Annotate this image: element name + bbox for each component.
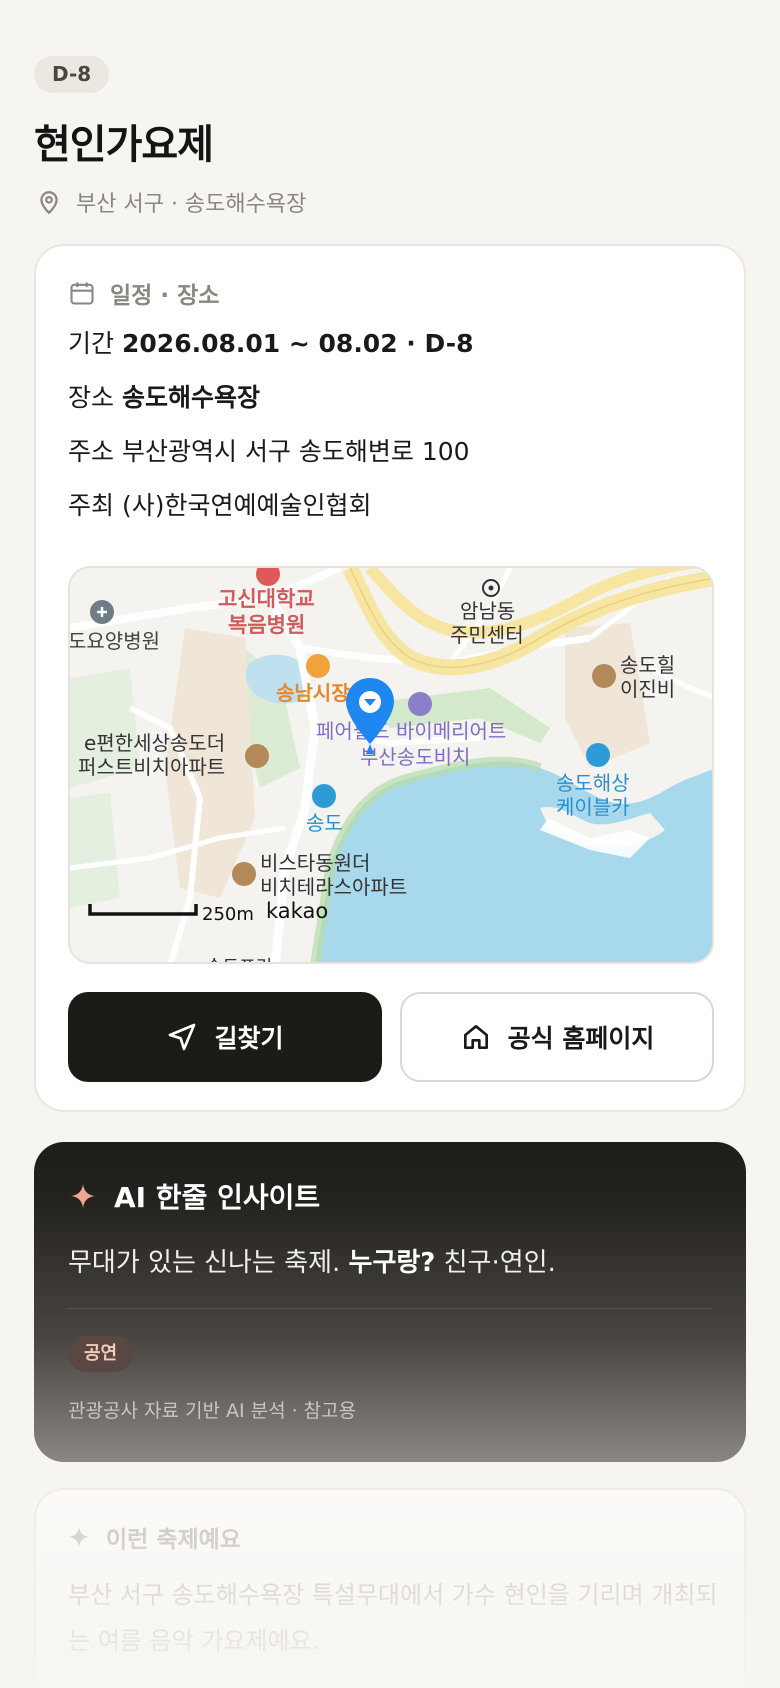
- svg-text:송도프리: 송도프리: [206, 957, 272, 964]
- venue-row: 장소 송도해수욕장: [68, 378, 260, 414]
- ai-text-suffix: 친구·연인.: [435, 1248, 556, 1278]
- category-tag: 공연: [68, 1336, 134, 1372]
- host-row: 주최 (사)한국연예예술인협회: [68, 486, 372, 522]
- svg-text:송도: 송도: [306, 811, 343, 835]
- svg-text:송도해상: 송도해상: [556, 771, 630, 795]
- home-icon: [463, 1025, 488, 1049]
- schedule-header-label: 일정 · 장소: [110, 283, 220, 309]
- ai-insight-card: AI 한줄 인사이트 무대가 있는 신나는 축제. 누구랑? 친구·연인. 공연…: [34, 1142, 746, 1462]
- ai-insight-title: AI 한줄 인사이트: [114, 1181, 321, 1214]
- svg-text:kakao: kakao: [266, 899, 328, 923]
- map-canvas[interactable]: 고신대학교 복음병원 도요양병원 암남동 주민센터 송도힐 이진비 송남시장 페…: [70, 568, 714, 964]
- festival-title: 현인가요제: [34, 122, 214, 168]
- period-row: 기간 2026.08.01 ~ 08.02 · D-8: [68, 324, 474, 360]
- festival-detail-page: D-8 현인가요제 부산 서구 · 송도해수욕장 일정 · 장소 기간 2026.…: [0, 0, 780, 1688]
- schedule-card: 일정 · 장소 기간 2026.08.01 ~ 08.02 · D-8 장소 송도해…: [34, 244, 746, 1112]
- svg-text:이진비: 이진비: [620, 677, 675, 701]
- period-label: 기간: [68, 329, 115, 358]
- address-label: 주소: [68, 437, 115, 466]
- navigation-arrow-icon: [169, 1023, 196, 1051]
- directions-button[interactable]: 길찾기: [68, 992, 382, 1082]
- schedule-header: 일정 · 장소: [68, 276, 219, 310]
- calendar-icon: [70, 282, 94, 305]
- svg-text:송도힐: 송도힐: [620, 653, 675, 677]
- description-header: 이런 축제예요: [68, 1520, 241, 1554]
- ai-footnote: 관광공사 자료 기반 AI 분석 · 참고용: [68, 1400, 357, 1422]
- festival-location: 부산 서구 · 송도해수욕장: [36, 186, 306, 218]
- address-value[interactable]: 부산광역시 서구 송도해변로 100: [122, 437, 470, 466]
- location-text: 부산 서구 · 송도해수욕장: [76, 192, 307, 217]
- description-card: 이런 축제예요 부산 서구 송도해수욕장 특설무대에서 가수 현인을 기리며 개…: [34, 1488, 746, 1688]
- sparkle-icon: [71, 1184, 95, 1208]
- ai-text-prefix: 무대가 있는 신나는 축제.: [68, 1248, 349, 1278]
- sparkle-icon: [68, 1526, 90, 1548]
- homepage-button[interactable]: 공식 홈페이지: [400, 992, 714, 1082]
- svg-text:주민센터: 주민센터: [450, 623, 524, 647]
- address-row: 주소 부산광역시 서구 송도해변로 100: [68, 432, 470, 468]
- homepage-label: 공식 홈페이지: [507, 1024, 655, 1053]
- dday-badge: D-8: [34, 56, 110, 93]
- venue-label: 장소: [68, 383, 115, 412]
- svg-text:페어필드 바이메리어트: 페어필드 바이메리어트: [316, 719, 506, 743]
- svg-text:암남동: 암남동: [460, 599, 515, 623]
- svg-text:부산송도비치: 부산송도비치: [360, 745, 470, 769]
- host-label: 주최: [68, 491, 115, 520]
- description-title: 이런 축제예요: [106, 1527, 241, 1553]
- ai-insight-header: AI 한줄 인사이트: [70, 1176, 320, 1216]
- svg-text:송남시장: 송남시장: [276, 681, 350, 705]
- svg-text:비치테라스아파트: 비치테라스아파트: [260, 875, 407, 899]
- svg-text:퍼스트비치아파트: 퍼스트비치아파트: [78, 755, 225, 779]
- svg-text:복음병원: 복음병원: [228, 613, 305, 637]
- location-map[interactable]: 고신대학교 복음병원 도요양병원 암남동 주민센터 송도힐 이진비 송남시장 페…: [68, 566, 714, 964]
- period-value: 2026.08.01 ~ 08.02 · D-8: [122, 329, 474, 358]
- ai-insight-text: 무대가 있는 신나는 축제. 누구랑? 친구·연인.: [68, 1242, 556, 1279]
- directions-label: 길찾기: [214, 1024, 284, 1053]
- venue-value: 송도해수욕장: [122, 383, 261, 412]
- svg-text:케이블카: 케이블카: [556, 795, 630, 819]
- description-text: 부산 서구 송도해수욕장 특설무대에서 가수 현인을 기리며 개최되는 여름 음…: [68, 1581, 718, 1655]
- ai-text-bold: 누구랑?: [348, 1248, 436, 1278]
- svg-text:비스타동원더: 비스타동원더: [260, 851, 370, 875]
- svg-text:250m: 250m: [202, 904, 254, 925]
- svg-text:도요양병원: 도요양병원: [70, 629, 160, 653]
- svg-text:고신대학교: 고신대학교: [218, 587, 315, 611]
- host-value: (사)한국연예예술인협회: [122, 491, 372, 520]
- svg-text:e편한세상송도더: e편한세상송도더: [84, 731, 225, 755]
- pin-icon: [40, 191, 58, 215]
- divider: [68, 1308, 712, 1309]
